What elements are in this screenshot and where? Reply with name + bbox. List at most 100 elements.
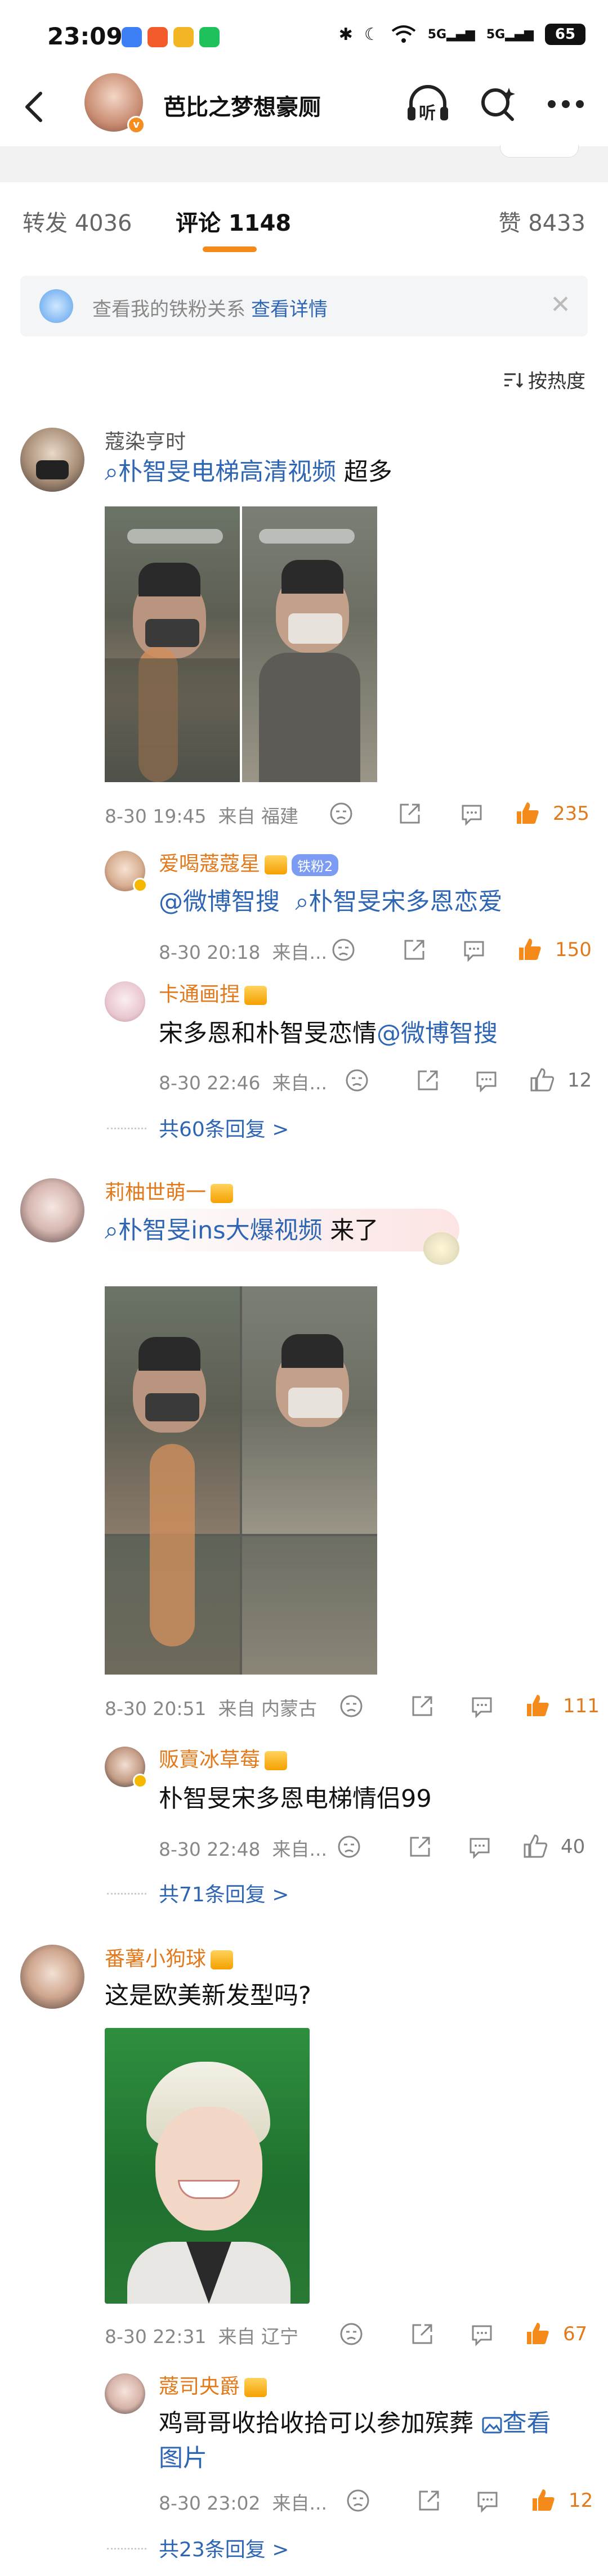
dislike-icon[interactable] bbox=[346, 2488, 370, 2513]
share-icon[interactable] bbox=[415, 1068, 440, 1093]
crown-badge-icon bbox=[265, 855, 288, 874]
dislike-icon[interactable] bbox=[339, 2322, 364, 2346]
reply-icon[interactable] bbox=[459, 801, 484, 826]
reply-meta: 8-30 20:18 来自... bbox=[159, 937, 327, 964]
replier-name[interactable]: 贩賣冰草莓 bbox=[159, 1743, 288, 1772]
like-icon[interactable] bbox=[515, 800, 540, 826]
image-icon bbox=[482, 2417, 502, 2433]
app-notification-icon bbox=[122, 27, 142, 47]
video-screenshot[interactable] bbox=[105, 506, 240, 782]
comment-location: 来自 福建 bbox=[218, 805, 298, 827]
like-icon[interactable] bbox=[530, 2487, 556, 2513]
replier-name[interactable]: 爱喝蔻蔻星 铁粉2 bbox=[159, 847, 339, 877]
fan-banner-link[interactable]: 查看详情 bbox=[251, 298, 328, 321]
share-icon[interactable] bbox=[402, 937, 427, 962]
comment-image[interactable] bbox=[105, 2028, 310, 2304]
reply-icon[interactable] bbox=[475, 2488, 500, 2513]
replier-name[interactable]: 卡通画捏 bbox=[159, 978, 267, 1007]
replier-name[interactable]: 蔻司央爵 bbox=[159, 2370, 267, 2399]
listen-button[interactable]: 听 bbox=[405, 84, 450, 124]
sort-button[interactable]: 按热度 bbox=[503, 366, 585, 393]
replier-avatar[interactable] bbox=[105, 2373, 145, 2414]
share-icon[interactable] bbox=[410, 1694, 435, 1718]
share-icon[interactable] bbox=[408, 1834, 432, 1859]
commenter-name-text: 番薯小狗球 bbox=[105, 1947, 207, 1971]
author-name[interactable]: 芭比之梦想豪厕 bbox=[163, 89, 321, 122]
tab-like[interactable]: 赞 8433 bbox=[498, 205, 585, 237]
share-icon[interactable] bbox=[417, 2488, 441, 2513]
video-screenshot[interactable] bbox=[242, 506, 377, 782]
reply-icon[interactable] bbox=[470, 1694, 494, 1718]
comment-meta: 8-30 22:31 来自 辽宁 bbox=[105, 2322, 298, 2349]
reply-icon[interactable] bbox=[462, 937, 486, 962]
commenter-name[interactable]: 番薯小狗球 bbox=[105, 1942, 234, 1972]
like-icon[interactable] bbox=[522, 1833, 548, 1859]
commenter-name[interactable]: 蔻染亨时 bbox=[105, 425, 186, 455]
commenter-avatar[interactable] bbox=[20, 1178, 84, 1242]
like-icon[interactable] bbox=[517, 936, 543, 962]
sticker-decoration bbox=[423, 1232, 459, 1265]
commenter-avatar[interactable] bbox=[20, 1945, 84, 2009]
dislike-icon[interactable] bbox=[337, 1834, 361, 1859]
replier-name-text: 蔻司央爵 bbox=[159, 2375, 240, 2398]
share-icon[interactable] bbox=[397, 801, 422, 826]
view-image-label-a: 查看 bbox=[502, 2409, 551, 2438]
more-icon[interactable] bbox=[546, 98, 585, 110]
like-icon[interactable] bbox=[525, 2321, 551, 2346]
mention-link[interactable]: @微博智搜 bbox=[159, 888, 280, 916]
comment-location: 来自 辽宁 bbox=[218, 2326, 298, 2348]
signal-icon: 5G▂▄▆ bbox=[427, 27, 475, 42]
reply-icon[interactable] bbox=[467, 1834, 492, 1859]
comment-text: 这是欧美新发型吗? bbox=[105, 1982, 311, 2010]
dislike-icon[interactable] bbox=[345, 1068, 369, 1093]
like-count: 12 bbox=[569, 2489, 593, 2512]
more-replies-link[interactable]: 共23条回复 > bbox=[159, 2533, 289, 2562]
tab-repost[interactable]: 转发 4036 bbox=[23, 205, 132, 237]
reply-meta: 8-30 22:48 来自... bbox=[159, 1834, 327, 1861]
search-link-text: 朴智旻电梯高清视频 bbox=[118, 458, 337, 486]
fan-relation-banner[interactable]: 查看我的铁粉关系 查看详情 ✕ bbox=[20, 276, 588, 336]
like-icon[interactable] bbox=[525, 1693, 551, 1718]
dislike-icon[interactable] bbox=[331, 937, 356, 962]
reply-icon[interactable] bbox=[470, 2322, 494, 2346]
dislike-icon[interactable] bbox=[329, 801, 354, 826]
tab-comment[interactable]: 评论 1148 bbox=[176, 205, 291, 237]
replier-avatar[interactable] bbox=[105, 981, 145, 1022]
share-icon[interactable] bbox=[410, 2322, 435, 2346]
comment-meta: 8-30 19:45 来自 福建 bbox=[105, 801, 298, 828]
search-link[interactable]: ⌕朴智旻电梯高清视频 bbox=[105, 458, 336, 486]
reply-location: 来自... bbox=[272, 1838, 327, 1860]
search-small-icon: ⌕ bbox=[105, 458, 119, 486]
weibo-notification-icon bbox=[147, 27, 168, 47]
status-app-icons bbox=[122, 27, 220, 47]
reply-text: 鸡哥哥收拾收拾可以参加殡葬 查看 图片 bbox=[159, 2406, 587, 2476]
more-replies-link[interactable]: 共60条回复 > bbox=[159, 1113, 289, 1142]
reply-thread-line bbox=[107, 2548, 146, 2550]
like-count: 12 bbox=[567, 1069, 592, 1092]
replier-name-text: 卡通画捏 bbox=[159, 983, 240, 1006]
like-icon[interactable] bbox=[529, 1067, 555, 1093]
replier-name-text: 贩賣冰草莓 bbox=[159, 1748, 261, 1771]
verified-badge bbox=[133, 878, 147, 892]
search-icon[interactable] bbox=[479, 84, 518, 124]
reply-icon[interactable] bbox=[474, 1068, 499, 1093]
video-screenshot-grid[interactable] bbox=[105, 1286, 377, 1675]
comment-time: 8-30 22:31 bbox=[105, 2326, 207, 2348]
close-icon[interactable]: ✕ bbox=[550, 293, 571, 317]
search-link[interactable]: ⌕朴智旻宋多恩恋爱 bbox=[295, 888, 502, 916]
comment-text-tail: 超多 bbox=[336, 458, 392, 486]
commenter-avatar[interactable] bbox=[20, 428, 84, 492]
dislike-icon[interactable] bbox=[339, 1694, 364, 1718]
bluetooth-icon: ✱ bbox=[338, 24, 353, 44]
commenter-name[interactable]: 莉柚世萌一 bbox=[105, 1176, 234, 1205]
like-count: 40 bbox=[561, 1835, 585, 1858]
mention-link[interactable]: @微博智搜 bbox=[377, 1020, 498, 1048]
fan-banner-text-wrap: 查看我的铁粉关系 查看详情 bbox=[92, 294, 328, 321]
back-icon[interactable] bbox=[20, 90, 48, 124]
comment-time: 8-30 20:51 bbox=[105, 1698, 207, 1720]
search-link[interactable]: ⌕朴智旻ins大爆视频 bbox=[105, 1217, 323, 1245]
reply-text: @微博智搜 ⌕朴智旻宋多恩恋爱 bbox=[159, 885, 502, 919]
crown-badge-icon bbox=[211, 1950, 234, 1969]
reply-time: 8-30 20:18 bbox=[159, 941, 261, 963]
more-replies-link[interactable]: 共71条回复 > bbox=[159, 1878, 289, 1908]
